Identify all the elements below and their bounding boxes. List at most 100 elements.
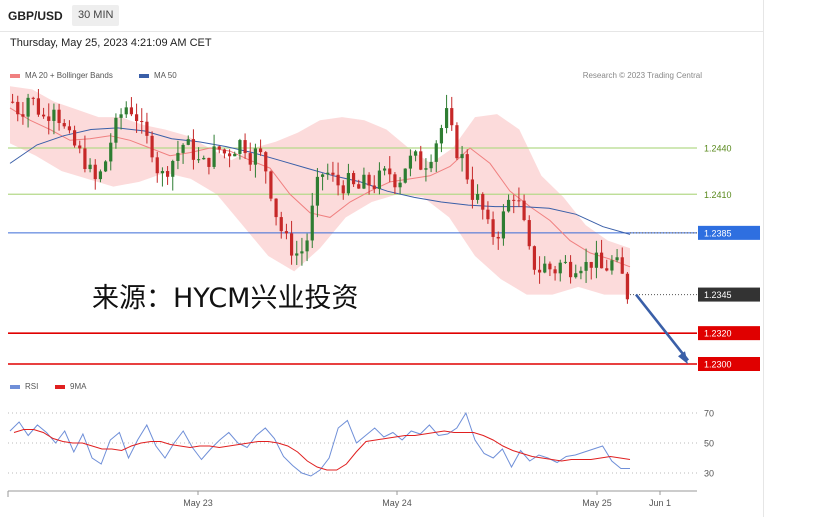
- bollinger-band-area: [10, 86, 630, 295]
- candle-body: [326, 172, 330, 175]
- candle-body: [568, 261, 573, 278]
- candle-body: [217, 146, 221, 150]
- level-tag-1.2300: 1.2300: [704, 360, 732, 370]
- candle-body: [300, 251, 304, 254]
- candle-body: [532, 246, 537, 270]
- candle-body: [264, 152, 268, 172]
- candle-body: [233, 153, 237, 157]
- candle-body: [258, 148, 263, 153]
- candle-body: [253, 148, 258, 165]
- candle-body: [439, 128, 444, 144]
- candle-body: [47, 116, 51, 121]
- candle-body: [486, 209, 490, 220]
- candle-body: [625, 273, 630, 300]
- candle-body: [227, 153, 232, 157]
- candle-body: [424, 168, 428, 170]
- candle-body: [537, 269, 542, 273]
- candle: [403, 168, 407, 184]
- candle-body: [522, 200, 526, 221]
- candle-body: [274, 198, 278, 218]
- candle-body: [207, 157, 211, 167]
- candle-body: [196, 159, 201, 161]
- candle-body: [393, 174, 397, 188]
- candle-body: [553, 269, 557, 274]
- candle-body: [36, 98, 41, 115]
- candle-body: [470, 179, 475, 200]
- candle-body: [52, 109, 56, 121]
- candle-body: [269, 171, 273, 199]
- candle: [444, 94, 449, 134]
- candle: [527, 215, 531, 250]
- candle-body: [346, 173, 351, 194]
- candle-body: [491, 219, 495, 237]
- candle-body: [160, 171, 165, 174]
- candle-body: [419, 151, 423, 170]
- candle-body: [574, 273, 578, 278]
- candle-body: [222, 149, 227, 154]
- candle-body: [594, 252, 599, 268]
- candle-body: [563, 261, 568, 263]
- candle-body: [372, 185, 376, 189]
- candle-body: [248, 153, 252, 165]
- candle-body: [114, 117, 118, 143]
- candle-body: [506, 199, 511, 212]
- candle-body: [589, 261, 593, 268]
- candle-body: [610, 260, 614, 271]
- candle-body: [315, 176, 320, 206]
- candle-body: [78, 145, 82, 149]
- candle-body: [460, 154, 464, 159]
- candle-body: [26, 97, 30, 117]
- x-tick-label-May-24: May 24: [382, 498, 412, 508]
- candle-body: [512, 199, 516, 201]
- candle: [269, 170, 273, 202]
- candle-body: [10, 101, 15, 103]
- candle-body: [145, 121, 149, 136]
- level-tag-1.2320: 1.2320: [704, 329, 732, 339]
- candle-body: [517, 200, 521, 202]
- candle-body: [150, 135, 154, 158]
- candle-body: [455, 125, 459, 159]
- candle: [455, 122, 459, 161]
- candle-body: [444, 108, 449, 129]
- candle-body: [67, 126, 72, 131]
- candle-body: [341, 185, 345, 194]
- candle-body: [403, 168, 407, 183]
- candle-body: [202, 157, 206, 160]
- candle-body: [475, 194, 480, 200]
- rsi-line: [9, 411, 630, 477]
- candle-body: [16, 101, 20, 115]
- candle-body: [279, 217, 283, 232]
- candle-body: [119, 114, 123, 118]
- candle: [419, 145, 423, 171]
- candle: [625, 272, 630, 304]
- candle-body: [336, 174, 340, 186]
- candle: [171, 159, 175, 191]
- candle-body: [481, 194, 485, 210]
- candle-body: [31, 97, 35, 99]
- candle-body: [527, 220, 531, 247]
- forecast-arrow-head: [678, 351, 688, 365]
- candle: [465, 149, 469, 184]
- candle-body: [377, 170, 382, 189]
- candle-body: [305, 240, 309, 252]
- price-chart: 1.2440 1.2410 1.2385 1.2345 1.2320 1.2300 70 50…: [7, 86, 760, 508]
- candle-body: [155, 157, 159, 174]
- candle-body: [599, 252, 604, 269]
- candle-body: [465, 154, 469, 180]
- candle-body: [584, 261, 588, 271]
- candle-body: [238, 140, 242, 154]
- level-tag-1.2410: 1.2410: [704, 190, 732, 200]
- candle: [103, 160, 108, 173]
- x-tick-label-May-25: May 25: [582, 498, 612, 508]
- candle-body: [72, 130, 77, 146]
- candle-body: [496, 236, 500, 239]
- candle-body: [243, 140, 247, 154]
- candle-body: [134, 114, 139, 122]
- candle-body: [548, 263, 552, 270]
- level-tag-1.2385: 1.2385: [704, 228, 732, 238]
- candle-body: [362, 174, 366, 189]
- candle-body: [129, 107, 134, 115]
- candle-body: [212, 146, 216, 167]
- candle-body: [165, 171, 170, 177]
- x-tick-label-Jun-1: Jun 1: [649, 498, 671, 508]
